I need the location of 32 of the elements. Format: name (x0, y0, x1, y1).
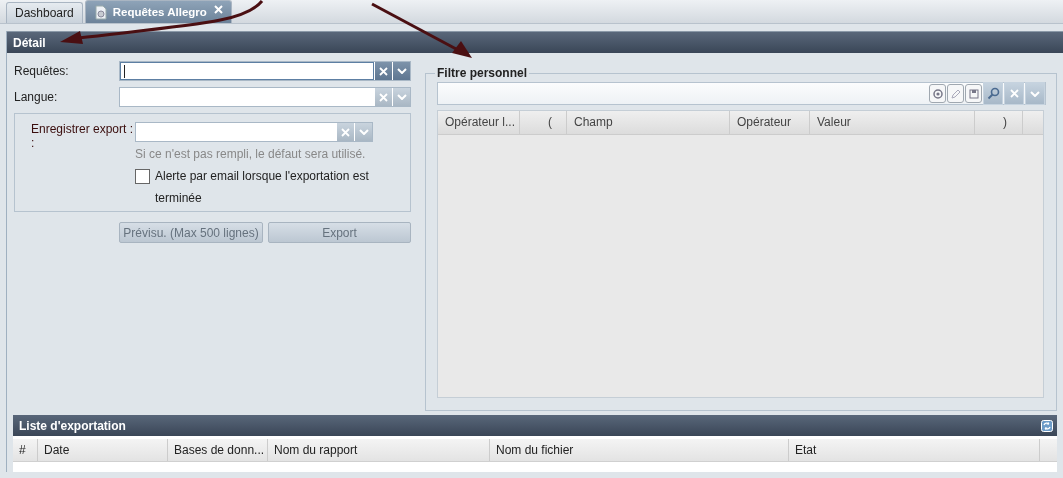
refresh-icon[interactable] (1041, 419, 1053, 432)
checkbox[interactable] (135, 169, 150, 184)
field-label: Requêtes: (14, 64, 70, 78)
column-header[interactable]: Opérateur l... (438, 111, 520, 134)
search-icon[interactable] (983, 82, 1003, 105)
field-label: Enregistrer export : : (31, 122, 135, 152)
clear-icon[interactable] (1004, 82, 1024, 105)
column-header[interactable]: Opérateur (730, 111, 810, 134)
column-header[interactable]: Date (38, 439, 168, 461)
text-cursor (124, 65, 125, 78)
dropdown-icon[interactable] (1025, 82, 1045, 105)
panel-header: Détail (7, 31, 1063, 53)
hint-text: Si ce n'est pas rempli, le défaut sera utilisé. (135, 147, 367, 161)
field-label: Langue: (14, 90, 59, 104)
document-icon (93, 4, 108, 20)
column-header[interactable]: ( (520, 111, 567, 134)
column-header[interactable]: Champ (567, 111, 730, 134)
add-icon[interactable] (929, 84, 946, 103)
column-header[interactable]: Etat (789, 439, 1040, 461)
edit-icon[interactable] (947, 84, 964, 103)
save-icon[interactable] (965, 84, 982, 103)
group-title: Filtre personnel (436, 66, 529, 80)
close-icon[interactable] (213, 4, 223, 14)
column-header[interactable]: Valeur (810, 111, 975, 134)
column-header[interactable]: # (13, 439, 38, 461)
tab[interactable]: Dashboard (6, 2, 83, 23)
checkbox-label: Alerte par email lorsque l'exportation est terminée (155, 168, 370, 207)
column-header[interactable]: Nom du fichier (490, 439, 789, 461)
panel-header: Liste d'exportation (19, 418, 126, 433)
column-header[interactable]: ) (975, 111, 1023, 134)
column-header[interactable]: Bases de donn... (168, 439, 268, 461)
column-header[interactable]: Nom du rapport (268, 439, 490, 461)
